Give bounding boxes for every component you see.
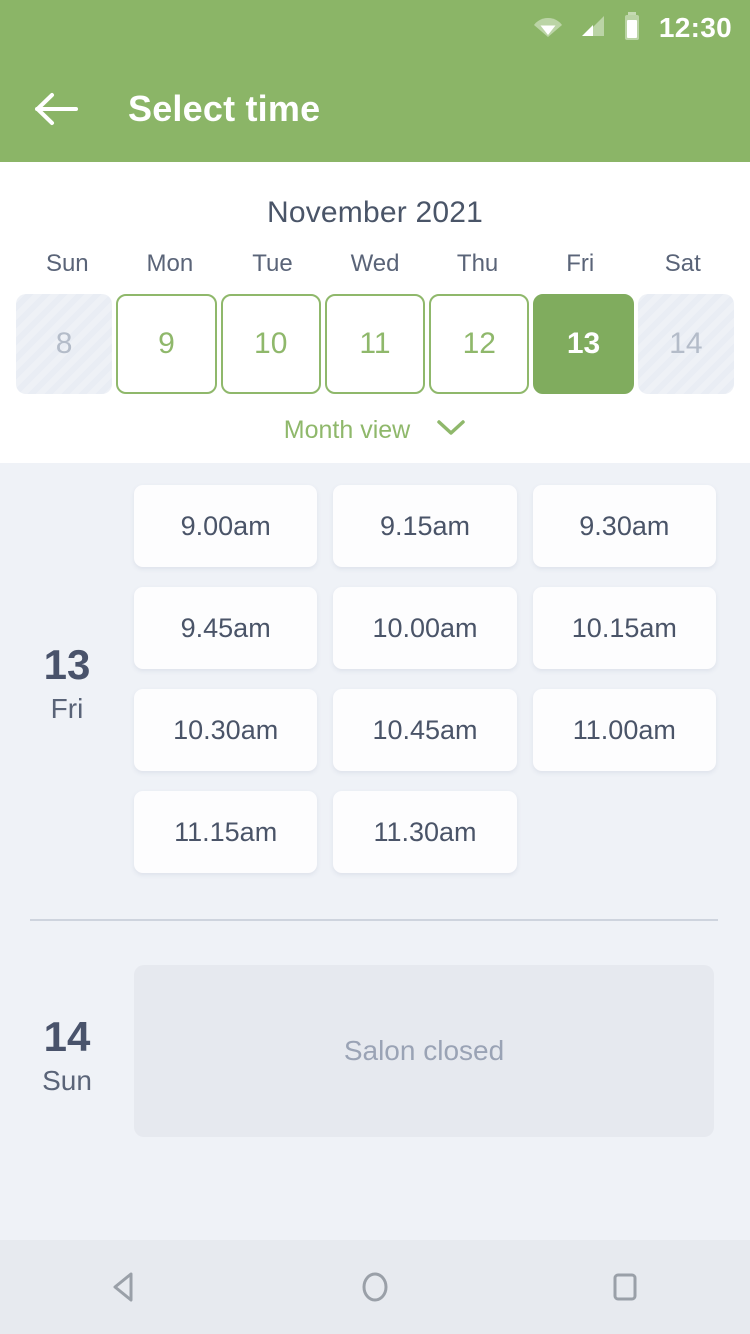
schedule-group-14: 14 Sun Salon closed <box>0 921 750 1137</box>
time-slot[interactable]: 11.30am <box>333 791 517 873</box>
calendar-day-13[interactable]: 13 <box>533 294 634 394</box>
time-slot[interactable]: 11.00am <box>532 689 716 771</box>
time-slot[interactable]: 9.30am <box>532 485 716 567</box>
day-name-mon: Mon <box>146 250 194 277</box>
chevron-down-icon <box>436 419 466 442</box>
calendar-day-9[interactable]: 9 <box>116 294 217 394</box>
nav-recents-icon <box>613 1273 637 1301</box>
month-view-label: Month view <box>283 416 411 444</box>
time-slot[interactable]: 9.15am <box>333 485 517 567</box>
time-slot[interactable]: 10.30am <box>134 689 318 771</box>
time-slot[interactable]: 11.15am <box>134 791 318 873</box>
salon-closed-card: Salon closed <box>134 965 714 1137</box>
nav-back-button[interactable] <box>80 1242 170 1332</box>
day-name-sun: Sun <box>45 250 89 277</box>
calendar-day-name-row: Sun Mon Tue Wed Thu Fri Sat <box>0 236 750 278</box>
schedule-day-label-14: 14 Sun <box>0 965 134 1137</box>
page-title: Select time <box>128 88 321 129</box>
schedule-day-label-13: 13 Fri <box>0 485 134 873</box>
wifi-icon <box>533 14 563 43</box>
time-slot[interactable]: 10.00am <box>333 587 517 669</box>
schedule-day-number: 13 <box>43 640 91 688</box>
status-bar-clock: 12:30 <box>658 12 732 43</box>
time-slot[interactable]: 9.45am <box>134 587 318 669</box>
calendar-week-row: 8 9 10 11 12 13 14 <box>0 278 750 394</box>
nav-home-button[interactable] <box>330 1242 420 1332</box>
schedule-group-13: 13 Fri 9.00am 9.15am 9.30am 9.45am 10.00… <box>0 485 750 873</box>
time-slot[interactable]: 10.15am <box>532 587 716 669</box>
calendar-day-11[interactable]: 11 <box>324 294 426 394</box>
schedule-area: 13 Fri 9.00am 9.15am 9.30am 9.45am 10.00… <box>0 463 750 1137</box>
time-slot-grid: 9.00am 9.15am 9.30am 9.45am 10.00am 10.1… <box>134 485 720 873</box>
cellular-signal-icon <box>579 14 607 43</box>
back-button[interactable] <box>30 82 84 136</box>
day-name-fri: Fri <box>566 250 595 277</box>
calendar-day-8: 8 <box>16 294 113 394</box>
battery-icon <box>623 11 641 45</box>
time-slot[interactable]: 9.00am <box>134 485 318 567</box>
nav-back-icon <box>113 1272 133 1302</box>
calendar-day-12[interactable]: 12 <box>429 294 530 394</box>
app-bar: Select time <box>0 56 750 162</box>
calendar-panel: November 2021 Sun Mon Tue Wed Thu Fri Sa… <box>0 162 750 463</box>
calendar-month-label: November 2021 <box>266 196 484 229</box>
status-bar-icons <box>533 11 641 45</box>
schedule-day-name: Fri <box>50 693 84 725</box>
calendar-day-10[interactable]: 10 <box>220 294 321 394</box>
nav-recents-button[interactable] <box>580 1242 670 1332</box>
schedule-day-name: Sun <box>42 1065 92 1097</box>
day-name-thu: Thu <box>456 250 499 277</box>
nav-home-icon <box>362 1272 388 1302</box>
day-name-sat: Sat <box>664 250 701 277</box>
month-view-toggle[interactable]: Month view <box>0 394 750 445</box>
time-slot[interactable]: 10.45am <box>333 689 517 771</box>
day-name-tue: Tue <box>252 250 293 277</box>
day-name-wed: Wed <box>350 250 400 277</box>
schedule-day-number: 14 <box>43 1012 91 1060</box>
status-bar: 12:30 <box>0 0 750 56</box>
back-arrow-icon <box>35 93 78 125</box>
calendar-day-14: 14 <box>637 294 734 394</box>
android-nav-bar <box>0 1240 750 1334</box>
